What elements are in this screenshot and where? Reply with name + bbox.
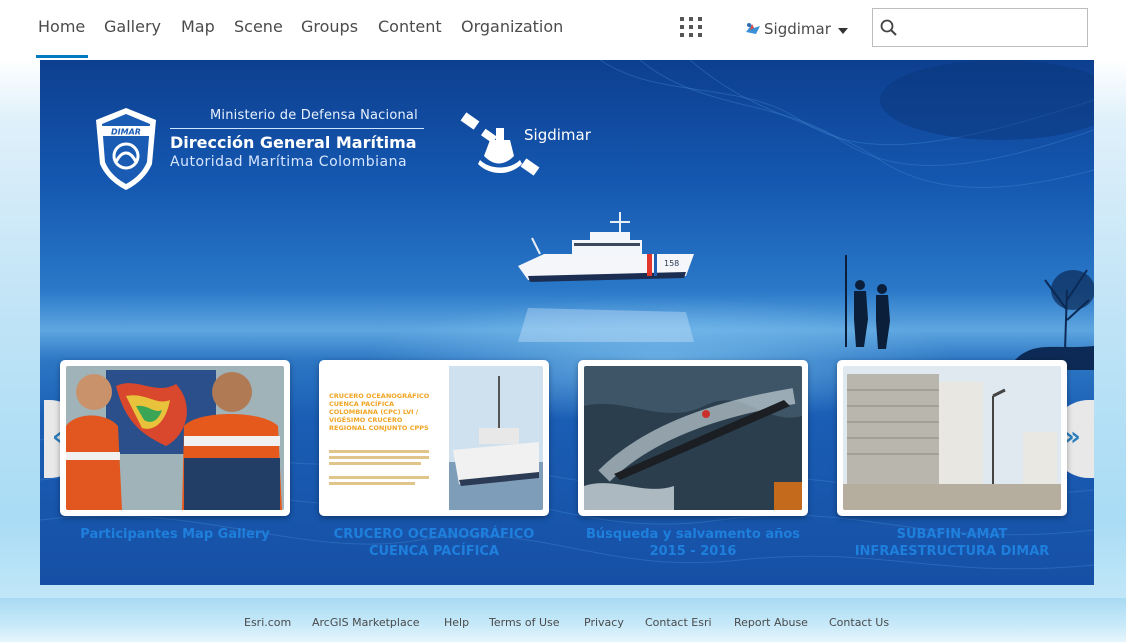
direccion-text: Dirección General Marítima	[170, 133, 417, 152]
thumbnail-heading: CRUCERO OCEANOGRÁFICO CUENCA PACÍFICA CO…	[329, 392, 430, 432]
footer-links: Esri.com ArcGIS Marketplace Help Terms o…	[0, 616, 1126, 632]
footer-link-terms[interactable]: Terms of Use	[489, 616, 560, 629]
dimar-logo: DIMAR	[96, 108, 156, 190]
footer-link-contact-esri[interactable]: Contact Esri	[645, 616, 712, 629]
footer-link-privacy[interactable]: Privacy	[584, 616, 624, 629]
ship-hull-number: 158	[664, 259, 679, 268]
nav-scene[interactable]: Scene	[234, 17, 283, 36]
gallery-card-subafin[interactable]	[837, 360, 1067, 516]
user-avatar-icon	[746, 23, 760, 34]
footer-link-report-abuse[interactable]: Report Abuse	[734, 616, 808, 629]
footer-link-esri[interactable]: Esri.com	[244, 616, 291, 629]
gallery-card-busqueda[interactable]	[578, 360, 808, 516]
search-icon	[880, 19, 897, 36]
nav-organization[interactable]: Organization	[461, 17, 563, 36]
nav-groups[interactable]: Groups	[301, 17, 358, 36]
surveyors-silhouette	[845, 255, 890, 349]
active-tab-indicator	[36, 55, 88, 58]
nav-home[interactable]: Home	[38, 17, 85, 36]
card-thumbnail	[66, 366, 284, 510]
footer-link-marketplace[interactable]: ArcGIS Marketplace	[312, 616, 420, 629]
footer-link-help[interactable]: Help	[444, 616, 469, 629]
card-title[interactable]: CRUCERO OCEANOGRÁFICO CUENCA PACÍFICA	[309, 526, 559, 560]
nav-content[interactable]: Content	[378, 17, 442, 36]
sigdimar-logo-text: Sigdimar	[524, 126, 592, 144]
dimar-logo-text: DIMAR	[111, 128, 141, 137]
top-navigation: Home Gallery Map Scene Groups Content Or…	[0, 0, 1126, 58]
card-title[interactable]: SUBAFIN-AMAT INFRAESTRUCTURA DIMAR	[827, 526, 1077, 560]
card-thumbnail	[843, 366, 1061, 510]
apps-grid-icon[interactable]	[680, 17, 704, 41]
coast-tree	[1015, 269, 1094, 370]
gallery-card-participantes[interactable]	[60, 360, 290, 516]
gallery-card-crucero[interactable]: CRUCERO OCEANOGRÁFICO CUENCA PACÍFICA CO…	[319, 360, 549, 516]
card-thumbnail	[584, 366, 802, 510]
divider	[170, 128, 424, 129]
ship-reflection	[518, 308, 694, 342]
user-name: Sigdimar	[764, 20, 831, 38]
chevron-down-icon	[838, 28, 848, 34]
sigdimar-logo: Sigdimar	[460, 112, 592, 176]
hero-banner: DIMAR Ministerio de Defensa Nacional Dir…	[40, 60, 1094, 585]
search-input[interactable]	[903, 15, 1083, 43]
footer-link-contact-us[interactable]: Contact Us	[829, 616, 889, 629]
nav-map[interactable]: Map	[181, 17, 215, 36]
ministry-text: Ministerio de Defensa Nacional	[210, 108, 418, 123]
nav-gallery[interactable]: Gallery	[104, 17, 161, 36]
ship-illustration: 158	[518, 212, 694, 282]
card-thumbnail: CRUCERO OCEANOGRÁFICO CUENCA PACÍFICA CO…	[325, 366, 543, 510]
card-title[interactable]: Participantes Map Gallery	[50, 526, 300, 543]
autoridad-text: Autoridad Marítima Colombiana	[170, 154, 408, 170]
search-box[interactable]	[872, 8, 1088, 47]
card-title[interactable]: Búsqueda y salvamento años 2015 - 2016	[568, 526, 818, 560]
